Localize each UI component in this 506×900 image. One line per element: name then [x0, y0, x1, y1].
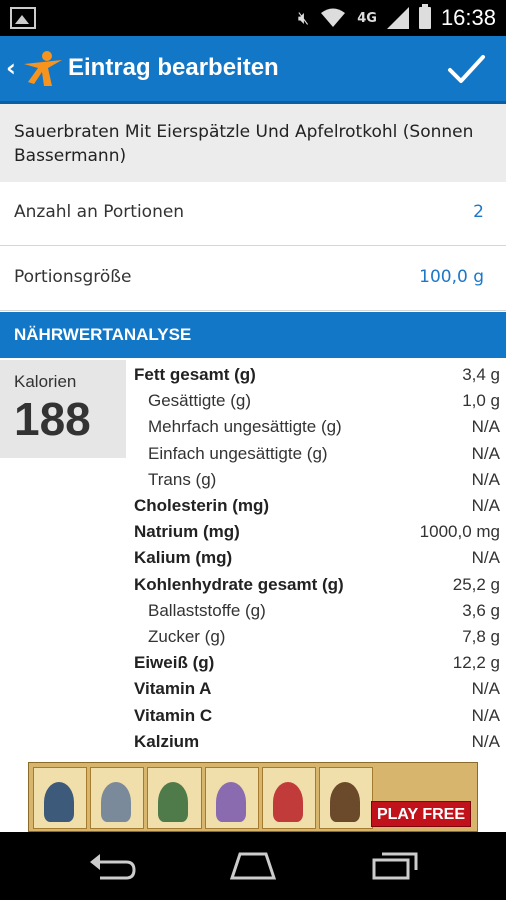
signal-icon: [386, 7, 409, 29]
food-name: Sauerbraten Mit Eierspätzle Und Apfelrot…: [0, 104, 506, 182]
nutrient-value: N/A: [471, 417, 500, 437]
serving-size-label: Portionsgröße: [14, 267, 132, 287]
ad-play-free-button[interactable]: PLAY FREE: [371, 801, 471, 827]
status-icons: 🔇︎ 4G 16:38: [298, 4, 496, 32]
nutrient-label: Zucker (g): [148, 626, 226, 646]
home-nav-icon[interactable]: [228, 850, 278, 882]
nutrient-label: Cholesterin (mg): [134, 496, 270, 516]
serving-size-row[interactable]: Portionsgröße 100,0 g: [0, 247, 506, 311]
nutrient-value: N/A: [471, 731, 500, 751]
servings-row[interactable]: Anzahl an Portionen 2: [0, 182, 506, 246]
nutrient-label: Vitamin A: [134, 679, 212, 699]
nutrient-label: Einfach ungesättigte (g): [148, 443, 328, 463]
nutrient-value: N/A: [471, 705, 500, 725]
nutrient-row: Vitamin C N/A: [134, 702, 500, 728]
nutrient-row: Natrium (mg) 1000,0 mg: [134, 519, 500, 545]
calories-box: Kalorien 188: [0, 360, 126, 458]
nutrient-value: N/A: [471, 469, 500, 489]
nutrient-value: 3,4 g: [462, 365, 500, 385]
nutrient-row: Zucker (g) 7,8 g: [134, 624, 500, 650]
nutrient-label: Trans (g): [148, 469, 217, 489]
network-type: 4G: [357, 10, 377, 26]
nutrient-row: Kalium (mg) N/A: [134, 545, 500, 571]
ad-card-strip: [33, 767, 374, 829]
nutrient-value: 1,0 g: [462, 391, 500, 411]
nutrient-value: N/A: [471, 496, 500, 516]
page-title: Eintrag bearbeiten: [68, 54, 279, 81]
nutrient-row: Trans (g) N/A: [134, 467, 500, 493]
nutrient-table: Fett gesamt (g) 3,4 g Gesättigte (g) 1,0 g M…: [134, 362, 500, 755]
nutrient-value: 7,8 g: [462, 626, 500, 646]
ad-card: [204, 767, 259, 829]
system-nav-bar: [0, 832, 506, 900]
nutrient-row: Mehrfach ungesättigte (g) N/A: [134, 414, 500, 440]
nutrient-label: Natrium (mg): [134, 522, 240, 542]
nutrient-row: Eiweiß (g) 12,2 g: [134, 650, 500, 676]
nutrient-row: Ballaststoffe (g) 3,6 g: [134, 598, 500, 624]
ad-banner[interactable]: PLAY FREE: [28, 762, 478, 832]
nutrient-label: Vitamin C: [134, 705, 213, 725]
nutrient-label: Kalium (mg): [134, 548, 233, 568]
nutrient-value: 12,2 g: [452, 653, 500, 673]
nutrient-label: Gesättigte (g): [148, 391, 251, 411]
app-logo-icon[interactable]: [22, 50, 64, 88]
app-bar: ‹ Eintrag bearbeiten: [0, 36, 506, 104]
ad-card: [33, 767, 88, 829]
status-time: 16:38: [440, 5, 496, 30]
recent-apps-nav-icon[interactable]: [370, 850, 420, 882]
nutrient-value: 3,6 g: [462, 600, 500, 620]
wifi-icon: [321, 8, 346, 27]
serving-size-value[interactable]: 100,0 g: [419, 267, 484, 287]
nutrition-section-header: NÄHRWERTANALYSE: [0, 312, 506, 358]
nutrient-label: Fett gesamt (g): [134, 365, 256, 385]
back-icon[interactable]: ‹: [6, 54, 16, 82]
nutrient-row: Fett gesamt (g) 3,4 g: [134, 362, 500, 388]
nutrient-value: 1000,0 mg: [419, 522, 500, 542]
ad-card: [261, 767, 316, 829]
nutrient-label: Ballaststoffe (g): [148, 600, 266, 620]
ad-card: [90, 767, 145, 829]
nutrient-label: Kalzium: [134, 731, 200, 751]
nutrient-value: N/A: [471, 679, 500, 699]
nutrient-row: Cholesterin (mg) N/A: [134, 493, 500, 519]
nutrient-label: Kohlenhydrate gesamt (g): [134, 574, 344, 594]
nutrient-row: Einfach ungesättigte (g) N/A: [134, 441, 500, 467]
nutrient-row: Kohlenhydrate gesamt (g) 25,2 g: [134, 572, 500, 598]
status-bar: 🔇︎ 4G 16:38: [0, 0, 506, 36]
battery-icon: [418, 4, 431, 29]
nutrient-row: Vitamin A N/A: [134, 676, 500, 702]
servings-label: Anzahl an Portionen: [14, 202, 185, 222]
nutrient-value: N/A: [471, 548, 500, 568]
mute-icon: 🔇︎: [297, 7, 310, 29]
confirm-check-icon[interactable]: [446, 50, 486, 90]
servings-value[interactable]: 2: [473, 202, 484, 222]
calories-label: Kalorien: [14, 372, 77, 391]
nutrient-label: Mehrfach ungesättigte (g): [148, 417, 342, 437]
gallery-icon: [10, 7, 36, 29]
nutrient-row: Gesättigte (g) 1,0 g: [134, 388, 500, 414]
calories-value: 188: [14, 393, 91, 445]
nutrient-value: N/A: [471, 443, 500, 463]
ad-card: [147, 767, 202, 829]
ad-brand-logo: [371, 767, 471, 799]
back-nav-icon[interactable]: [86, 850, 136, 882]
ad-card: [318, 767, 374, 829]
nutrient-label: Eiweiß (g): [134, 653, 215, 673]
nutrient-row: Kalzium N/A: [134, 729, 500, 755]
nutrient-value: 25,2 g: [452, 574, 500, 594]
